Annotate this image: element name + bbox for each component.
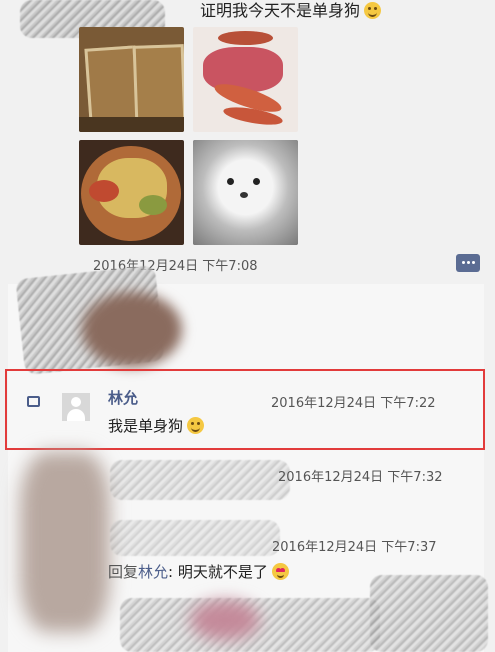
comment-timestamp: 2016年12月24日 下午7:22 <box>271 396 436 411</box>
reply-text: : 明天就不是了 <box>168 563 268 581</box>
photo-food-tray[interactable] <box>79 27 184 132</box>
smile-emoji-icon <box>364 2 382 19</box>
comment-timestamp-2: 2016年12月24日 下午7:32 <box>278 470 443 485</box>
redacted-scribble-3 <box>110 520 280 556</box>
photo-shrimp-platter[interactable] <box>193 27 298 132</box>
redacted-block-6 <box>190 600 260 640</box>
redacted-avatar-1 <box>82 292 182 367</box>
reply-line: 回复林允: 明天就不是了 <box>108 561 289 582</box>
post-caption-text: 证明我今天不是单身狗 <box>200 1 361 20</box>
comment-author[interactable]: 林允 <box>108 387 138 408</box>
reply-to-name[interactable]: 林允 <box>138 563 168 581</box>
avatar[interactable] <box>62 393 90 421</box>
highlighted-comment[interactable]: 林允 我是单身狗 2016年12月24日 下午7:22 <box>5 369 485 450</box>
redacted-avatar-2 <box>20 452 110 632</box>
comment-icon <box>27 396 40 407</box>
photo-white-puppy[interactable] <box>193 140 298 245</box>
comment-text: 我是单身狗 <box>108 417 184 435</box>
smile-emoji-icon <box>187 417 205 434</box>
photo-dish-bowl[interactable] <box>79 140 184 245</box>
redacted-scribble-2 <box>110 460 290 500</box>
comment-body: 我是单身狗 <box>108 415 205 436</box>
reply-prefix: 回复 <box>108 563 139 581</box>
comment-timestamp-3: 2016年12月24日 下午7:37 <box>272 540 437 555</box>
redacted-scribble-5 <box>370 575 488 652</box>
comment-bubble-icon[interactable] <box>456 254 480 272</box>
heart-eyes-emoji-icon <box>271 563 289 580</box>
post-caption: 证明我今天不是单身狗 <box>200 0 382 21</box>
